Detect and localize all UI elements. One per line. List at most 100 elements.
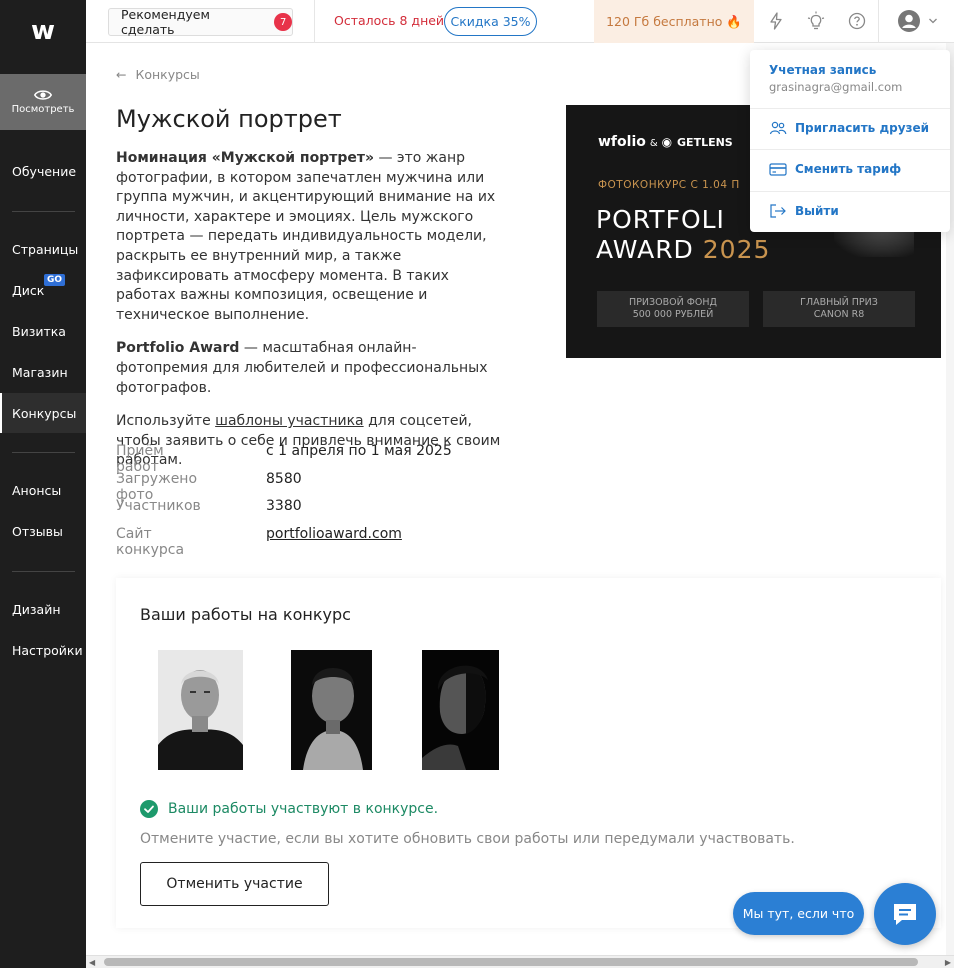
nav-label: Конкурсы bbox=[12, 405, 77, 421]
nav-divider bbox=[12, 571, 75, 572]
nav-label: Дизайн bbox=[12, 601, 61, 617]
nav-divider bbox=[12, 452, 75, 453]
templates-link[interactable]: шаблоны участника bbox=[215, 413, 363, 429]
chevron-down-icon[interactable] bbox=[928, 16, 938, 26]
breadcrumb[interactable]: ← Конкурсы bbox=[116, 67, 200, 82]
chat-tooltip[interactable]: Мы тут, если что bbox=[733, 892, 864, 935]
menu-item-label: Пригласить друзей bbox=[795, 121, 930, 135]
sidebar-item-learning[interactable]: Обучение bbox=[0, 151, 86, 191]
menu-item-label: Сменить тариф bbox=[795, 162, 902, 176]
change-plan-item[interactable]: Сменить тариф bbox=[769, 161, 901, 177]
nav-label: Настройки bbox=[12, 642, 83, 658]
preview-button[interactable]: Посмотреть bbox=[0, 74, 86, 130]
desc-paragraph: Номинация «Мужской портрет» — это жанр ф… bbox=[116, 149, 506, 325]
wfolio-logo[interactable]: w bbox=[0, 0, 86, 62]
participation-status: Ваши работы участвуют в конкурсе. bbox=[140, 800, 438, 818]
prize-fund-box: ПРИЗОВОЙ ФОНД 500 000 РУБЛЕЙ bbox=[597, 291, 749, 327]
banner-amp: & bbox=[649, 138, 658, 149]
check-circle-icon bbox=[140, 800, 158, 818]
desc-paragraph: Portfolio Award — масштабная онлайн-фото… bbox=[116, 339, 506, 398]
divider bbox=[314, 0, 315, 43]
sidebar-item-reviews[interactable]: Отзывы bbox=[0, 511, 86, 551]
box-line: ГЛАВНЫЙ ПРИЗ bbox=[800, 297, 878, 308]
desc-bold: Portfolio Award bbox=[116, 340, 240, 357]
info-label: Сайт конкурса bbox=[116, 525, 185, 558]
box-line: CANON R8 bbox=[813, 309, 865, 320]
sidebar-item-settings[interactable]: Настройки bbox=[0, 630, 86, 670]
account-dropdown: Учетная запись grasinagra@gmail.com Приг… bbox=[750, 50, 950, 232]
chat-button[interactable] bbox=[874, 883, 936, 945]
scroll-left-icon[interactable]: ◀ bbox=[89, 958, 95, 967]
nav-divider bbox=[12, 211, 75, 212]
dropdown-divider bbox=[750, 108, 950, 109]
sidebar-item-design[interactable]: Дизайн bbox=[0, 589, 86, 629]
camera-icon: ◉ bbox=[661, 135, 673, 149]
work-thumbnail[interactable] bbox=[291, 650, 372, 770]
user-avatar-icon[interactable] bbox=[898, 10, 920, 32]
account-header[interactable]: Учетная запись grasinagra@gmail.com bbox=[769, 63, 902, 94]
nav-label: Обучение bbox=[12, 163, 77, 179]
scrollbar-thumb[interactable] bbox=[104, 958, 918, 966]
banner-contest-text: ФОТОКОНКУРС С 1.04 П bbox=[598, 179, 740, 191]
logout-icon bbox=[770, 204, 786, 218]
works-title: Ваши работы на конкурс bbox=[140, 605, 351, 624]
recommend-label: Рекомендуем сделать bbox=[121, 7, 210, 37]
account-email: grasinagra@gmail.com bbox=[769, 80, 903, 94]
cancel-participation-button[interactable]: Отменить участие bbox=[140, 862, 329, 906]
banner-line: PORTFOLI bbox=[596, 205, 725, 234]
sidebar-item-announcements[interactable]: Анонсы bbox=[0, 470, 86, 510]
sidebar-item-card[interactable]: Визитка bbox=[0, 311, 86, 351]
logout-item[interactable]: Выйти bbox=[769, 203, 839, 219]
sidebar-item-pages[interactable]: Страницы bbox=[0, 229, 86, 269]
discount-button[interactable]: Скидка 35% bbox=[444, 7, 537, 36]
work-thumbnail[interactable] bbox=[422, 650, 499, 770]
banner-headline: PORTFOLI AWARD 2025 bbox=[596, 205, 770, 265]
contest-site-link[interactable]: portfolioaward.com bbox=[266, 526, 402, 542]
account-label: Учетная запись bbox=[769, 63, 877, 77]
banner-logos: wfolio & ◉ GETLENS bbox=[598, 134, 733, 150]
desc-bold: Номинация «Мужской портрет» bbox=[116, 150, 374, 166]
main-prize-box: ГЛАВНЫЙ ПРИЗ CANON R8 bbox=[763, 291, 915, 327]
box-line: 500 000 РУБЛЕЙ bbox=[632, 309, 714, 320]
menu-item-label: Выйти bbox=[795, 204, 839, 218]
nav-label: Визитка bbox=[12, 323, 66, 339]
lightning-icon[interactable] bbox=[766, 11, 786, 31]
arrow-left-icon: ← bbox=[116, 67, 127, 82]
banner-brand: wfolio bbox=[598, 134, 646, 150]
days-left-text: Осталось 8 дней bbox=[334, 13, 445, 28]
horizontal-scrollbar[interactable]: ◀ ▶ bbox=[86, 955, 954, 968]
lightbulb-icon[interactable] bbox=[806, 11, 826, 31]
scroll-right-icon[interactable]: ▶ bbox=[945, 958, 951, 967]
dropdown-divider bbox=[750, 149, 950, 150]
dropdown-divider bbox=[750, 191, 950, 192]
banner-word: AWARD bbox=[596, 235, 694, 264]
nav-label: Анонсы bbox=[12, 482, 62, 498]
breadcrumb-label: Конкурсы bbox=[135, 67, 200, 82]
logo-text: w bbox=[30, 16, 56, 46]
users-icon bbox=[769, 121, 787, 135]
sidebar-item-shop[interactable]: Магазин bbox=[0, 352, 86, 392]
nav-label: Отзывы bbox=[12, 523, 63, 539]
nav-label: Магазин bbox=[12, 364, 68, 380]
help-icon[interactable] bbox=[847, 11, 867, 31]
works-card: Ваши работы на конкурс Ваши работы участ… bbox=[116, 578, 941, 928]
free-storage-promo[interactable]: 120 Гб бесплатно 🔥 bbox=[594, 0, 754, 43]
contest-description: Номинация «Мужской портрет» — это жанр ф… bbox=[116, 149, 506, 485]
info-value: с 1 апреля по 1 мая 2025 bbox=[266, 443, 452, 459]
sidebar-item-disk[interactable]: Диск GO bbox=[0, 270, 86, 310]
credit-card-icon bbox=[769, 163, 787, 176]
invite-friends-item[interactable]: Пригласить друзей bbox=[769, 120, 929, 136]
divider bbox=[878, 0, 879, 43]
recommend-count-badge: 7 bbox=[274, 13, 292, 31]
desc-text: — это жанр фотографии, в котором запечат… bbox=[116, 150, 496, 323]
info-value: 3380 bbox=[266, 498, 302, 514]
status-text: Ваши работы участвуют в конкурсе. bbox=[168, 801, 439, 817]
info-label: Участников bbox=[116, 498, 201, 514]
sidebar-item-contests[interactable]: Конкурсы bbox=[0, 393, 86, 433]
nav-label: Диск bbox=[12, 282, 45, 298]
recommend-button[interactable]: Рекомендуем сделать 7 bbox=[108, 7, 293, 37]
nav-label: Страницы bbox=[12, 241, 79, 257]
work-thumbnail[interactable] bbox=[158, 650, 243, 770]
banner-line: AWARD 2025 bbox=[596, 235, 770, 265]
info-value: 8580 bbox=[266, 470, 302, 487]
